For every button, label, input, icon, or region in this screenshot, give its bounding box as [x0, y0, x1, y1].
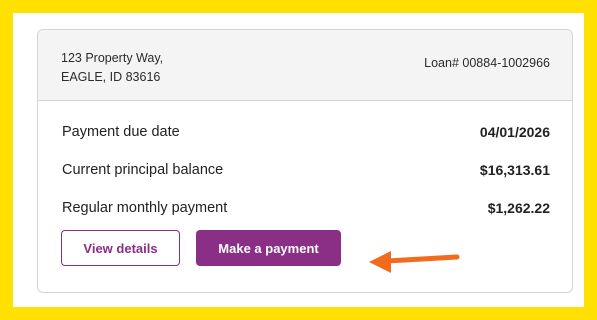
card-header: 123 Property Way, EAGLE, ID 83616 Loan# …: [38, 30, 572, 101]
arrow-annotation-icon: [369, 251, 460, 273]
detail-label: Current principal balance: [62, 162, 224, 178]
make-payment-button[interactable]: Make a payment: [196, 230, 341, 266]
detail-value: $1,262.22: [487, 200, 550, 216]
screenshot-area: 123 Property Way, EAGLE, ID 83616 Loan# …: [13, 13, 584, 307]
property-address: 123 Property Way, EAGLE, ID 83616: [61, 49, 163, 87]
address-line-2: EAGLE, ID 83616: [61, 70, 161, 84]
loan-number: Loan# 00884-1002966: [424, 56, 550, 70]
address-line-1: 123 Property Way,: [61, 51, 164, 65]
detail-value: 04/01/2026: [479, 124, 550, 140]
detail-label: Regular monthly payment: [62, 200, 228, 216]
loan-number-value: 00884-1002966: [462, 56, 550, 70]
view-details-button[interactable]: View details: [61, 230, 180, 266]
detail-label: Payment due date: [62, 124, 180, 140]
loan-label: Loan#: [424, 56, 459, 70]
detail-value: $16,313.61: [479, 162, 550, 178]
loan-card: 123 Property Way, EAGLE, ID 83616 Loan# …: [37, 29, 573, 293]
